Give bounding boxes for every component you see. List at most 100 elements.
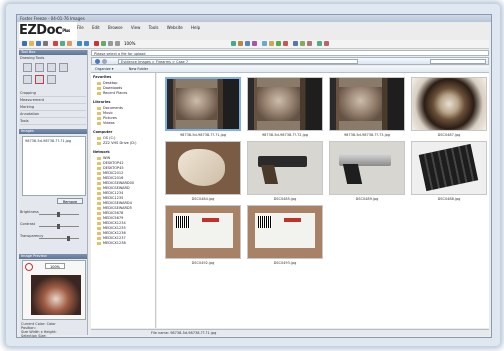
image-content xyxy=(248,142,322,194)
file-thumbnail[interactable]: DSC0484.jpg xyxy=(165,141,241,201)
thumbnail-image[interactable] xyxy=(247,141,323,195)
tools-row[interactable]: Tools xyxy=(20,118,86,125)
marking-row[interactable]: Marking xyxy=(20,104,86,111)
folder-icon xyxy=(97,211,101,215)
nav-section-network[interactable]: Network xyxy=(93,150,110,155)
pointer-tool-icon[interactable] xyxy=(23,63,32,72)
upload-icon[interactable] xyxy=(317,41,322,46)
thumbnail-image[interactable] xyxy=(329,77,405,131)
thumbnail-image[interactable] xyxy=(247,77,323,131)
annotation-row[interactable]: Annotation xyxy=(20,111,86,118)
thumbnail-image[interactable] xyxy=(165,77,241,131)
forward-icon[interactable] xyxy=(102,59,107,64)
brightness-knob[interactable] xyxy=(57,212,60,217)
cropping-row[interactable]: Cropping xyxy=(20,90,86,97)
file-thumbnail[interactable]: DSC0487.jpg xyxy=(411,77,487,137)
menu-browse[interactable]: Browse xyxy=(108,25,123,30)
thumbnail-image[interactable] xyxy=(165,141,241,195)
nav-item[interactable]: ZZ2 VHS Drive (D:) xyxy=(97,141,137,146)
file-name: 98738-5d-98738-??-?3.jpg xyxy=(343,133,391,137)
path-input[interactable]: Evidence Images > Firearms > Case 7 xyxy=(118,59,358,64)
paste-icon[interactable] xyxy=(67,41,72,46)
folder-icon[interactable] xyxy=(269,41,274,46)
settings-icon[interactable] xyxy=(293,41,298,46)
rotate-icon[interactable] xyxy=(101,41,106,46)
nav-section-libraries[interactable]: Libraries xyxy=(93,100,110,105)
text-tool-icon[interactable] xyxy=(23,75,32,84)
open-icon[interactable] xyxy=(29,41,34,46)
menu-tools[interactable]: Tools xyxy=(149,25,159,30)
file-thumbnail[interactable]: DSC0489.jpg xyxy=(329,141,405,201)
remove-button[interactable]: Remove xyxy=(57,198,83,204)
menu-view[interactable]: View xyxy=(131,25,141,30)
transparency-knob[interactable] xyxy=(67,236,70,241)
import-icon[interactable] xyxy=(231,41,236,46)
zoom-level[interactable]: 100% xyxy=(124,40,135,48)
export-icon[interactable] xyxy=(238,41,243,46)
nav-item[interactable]: Videos xyxy=(97,121,115,126)
brightness-slider[interactable] xyxy=(39,212,79,217)
menu-edit[interactable]: Edit xyxy=(92,25,100,30)
nav-section-favorites[interactable]: Favorites xyxy=(93,75,111,80)
thumbnail-image[interactable] xyxy=(247,205,323,259)
nav-item-label: OS (C:) xyxy=(103,136,116,140)
navigation-pane: Favorites Desktop Downloads Recent Places Li… xyxy=(91,73,156,328)
new-icon[interactable] xyxy=(22,41,27,46)
new-folder-button[interactable]: New Folder xyxy=(129,67,149,71)
nav-item[interactable]: MEDICX1238 xyxy=(97,241,126,246)
file-thumbnail[interactable]: 98738-5d-98738-??-?3.jpg xyxy=(329,77,405,137)
delete-icon[interactable] xyxy=(94,41,99,46)
file-thumbnail[interactable]: 98738-5d-98738-??-?2.jpg xyxy=(247,77,323,137)
redo-icon[interactable] xyxy=(84,41,89,46)
image-list-item[interactable]: 98738-5d-98738-??-?1.jpg xyxy=(23,137,85,145)
thumbnail-image[interactable] xyxy=(165,205,241,259)
thumbnail-image[interactable] xyxy=(329,141,405,195)
file-name: 98738-5d-98738-??-?1.jpg xyxy=(179,133,227,137)
organize-button[interactable]: Organize ▾ xyxy=(95,67,114,71)
file-thumbnail[interactable]: DSC0485.jpg xyxy=(247,141,323,201)
zoom-in-icon[interactable] xyxy=(108,41,113,46)
measurement-row[interactable]: Measurement xyxy=(20,97,86,104)
file-thumbnail[interactable]: DSC0488.jpg xyxy=(411,141,487,201)
menu-help[interactable]: Help xyxy=(191,25,200,30)
pencil-tool-icon[interactable] xyxy=(35,63,44,72)
stop-icon[interactable] xyxy=(283,41,288,46)
file-thumbnail[interactable]: DSC0493.jpg xyxy=(247,205,323,265)
email-icon[interactable] xyxy=(252,41,257,46)
save-icon[interactable] xyxy=(36,41,41,46)
thumbnail-image[interactable] xyxy=(411,141,487,195)
preview-zoom-select[interactable]: 100% xyxy=(45,263,65,269)
file-thumbnail[interactable]: DSC0492.jpg xyxy=(165,205,241,265)
image-list[interactable]: 98738-5d-98738-??-?1.jpg xyxy=(22,136,86,196)
cut-icon[interactable] xyxy=(53,41,58,46)
file-name: 98738-5d-98738-??-?2.jpg xyxy=(261,133,309,137)
zoom-out-icon[interactable] xyxy=(115,41,120,46)
menu-file[interactable]: File xyxy=(77,25,84,30)
filename-field[interactable]: 98738-5d-98738-??-?1.jpg xyxy=(170,331,216,335)
print-icon[interactable] xyxy=(43,41,48,46)
arrow-tool-icon[interactable] xyxy=(59,63,68,72)
search-input[interactable] xyxy=(430,59,486,64)
nav-section-computer[interactable]: Computer xyxy=(93,130,112,135)
thumbnail-image[interactable] xyxy=(411,77,487,131)
back-icon[interactable] xyxy=(95,59,100,64)
tag-icon[interactable] xyxy=(300,41,305,46)
line-tool-icon[interactable] xyxy=(47,63,56,72)
contrast-slider[interactable] xyxy=(39,224,79,229)
menu-website[interactable]: Website xyxy=(167,25,183,30)
file-thumbnail[interactable]: 98738-5d-98738-??-?1.jpg xyxy=(165,77,241,137)
nav-item[interactable]: Recent Places xyxy=(97,91,127,96)
transparency-slider[interactable] xyxy=(39,236,79,241)
ellipse-tool-icon[interactable] xyxy=(47,75,56,84)
contrast-knob[interactable] xyxy=(57,224,60,229)
rect-tool-icon[interactable] xyxy=(35,75,44,84)
scan-icon[interactable] xyxy=(276,41,281,46)
exit-icon[interactable] xyxy=(324,41,329,46)
grid-icon[interactable] xyxy=(262,41,267,46)
camera-icon[interactable] xyxy=(245,41,250,46)
copy-icon[interactable] xyxy=(60,41,65,46)
undo-icon[interactable] xyxy=(77,41,82,46)
folder-icon xyxy=(97,191,101,195)
record-icon[interactable] xyxy=(25,263,33,271)
info-icon[interactable] xyxy=(307,41,312,46)
